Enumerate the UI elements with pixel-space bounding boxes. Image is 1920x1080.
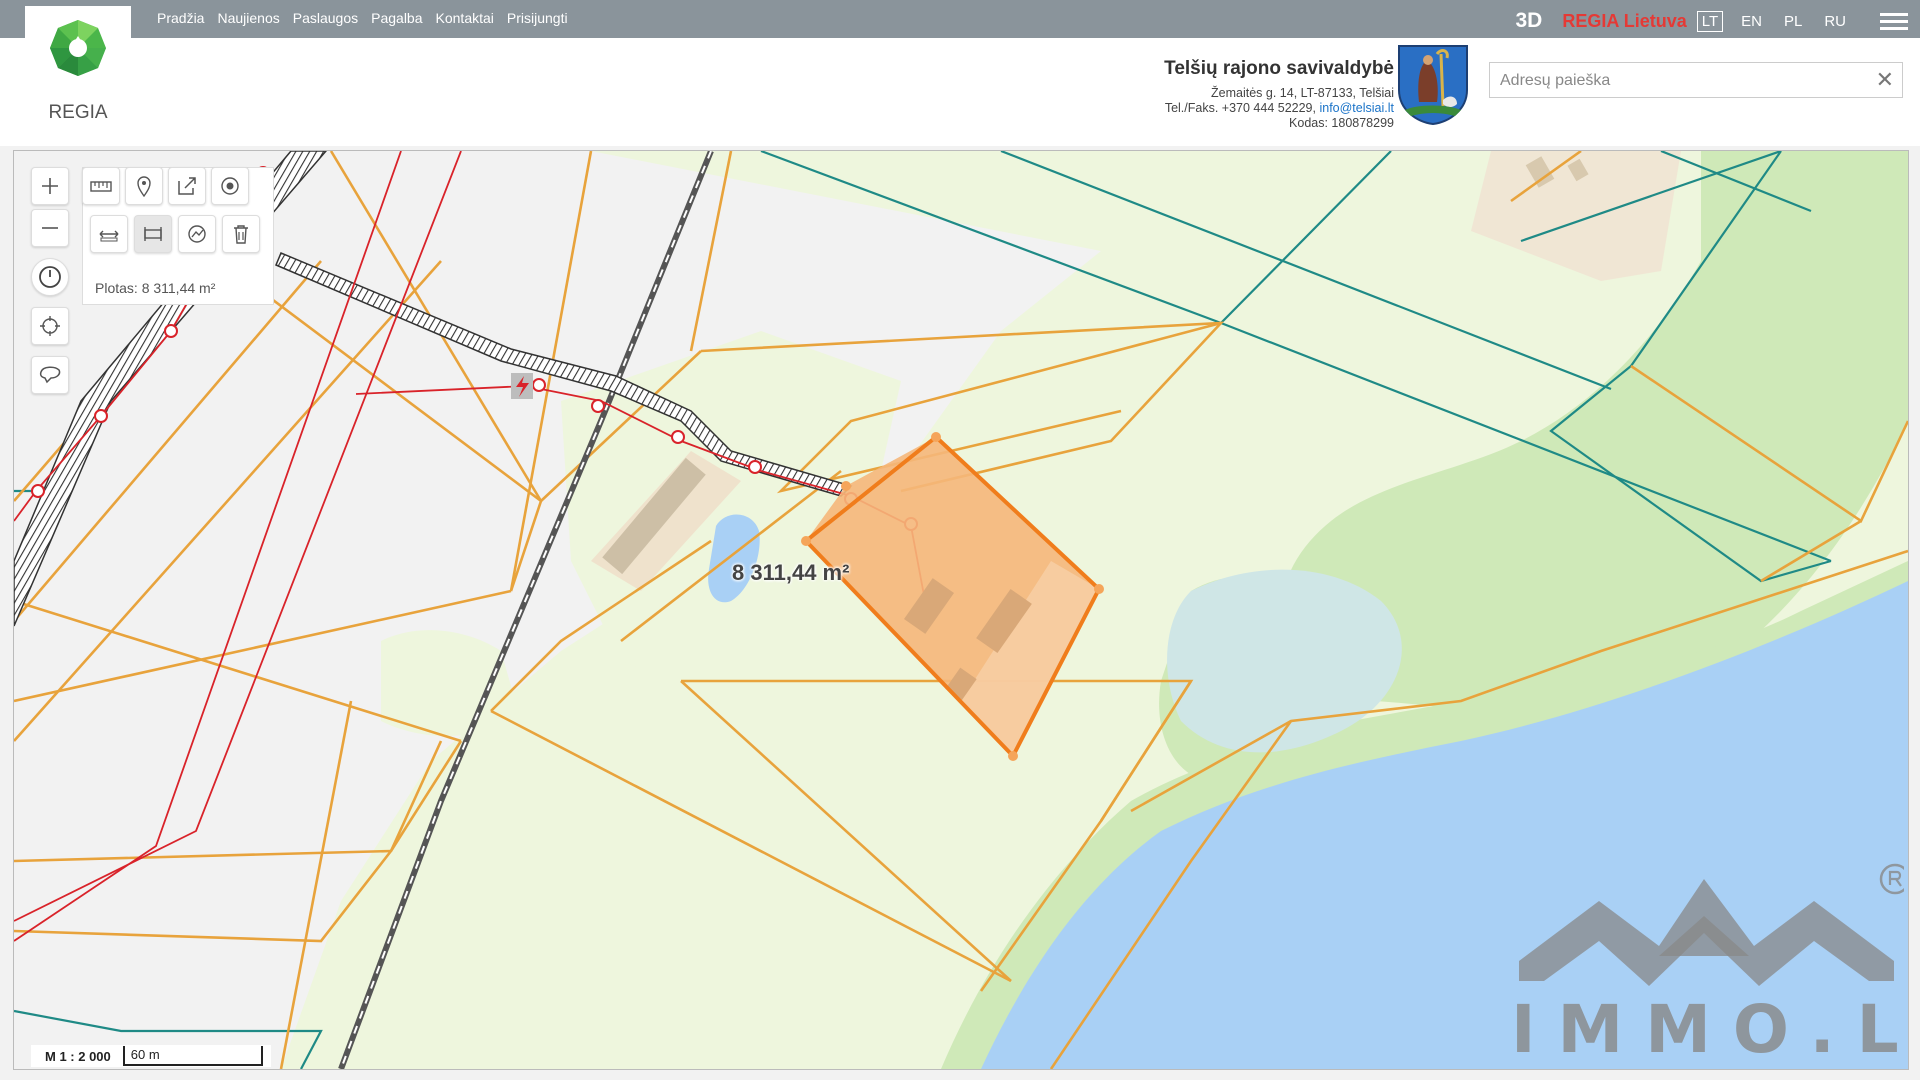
address-search-input[interactable] [1490, 63, 1862, 99]
trash-icon [234, 225, 248, 244]
clock-icon [39, 266, 61, 288]
nav-item-naujienos[interactable]: Naujienos [217, 10, 279, 26]
map-view[interactable]: 8 311,44 m² Plotas: 8 311,44 m² M 1: 2 … [13, 150, 1909, 1070]
main-nav: Pradžia Naujienos Paslaugos Pagalba Kont… [157, 10, 581, 26]
ruler-icon [90, 181, 112, 192]
zoom-out-button[interactable] [31, 209, 69, 247]
profile-tool-button[interactable] [178, 215, 216, 253]
municipality-name: Telšių rajono savivaldybė [1164, 58, 1394, 79]
address-search: ✕ [1489, 62, 1903, 99]
language-en[interactable]: EN [1737, 12, 1766, 31]
nav-item-pradzia[interactable]: Pradžia [157, 10, 204, 26]
minus-icon [42, 227, 58, 229]
menu-icon[interactable] [1880, 9, 1908, 34]
municipality-contacts: Tel./Faks. +370 444 52229, info@telsiai.… [1164, 101, 1394, 116]
measure-area-button[interactable] [134, 215, 172, 253]
locate-button[interactable] [31, 307, 69, 345]
top-navigation-bar: Pradžia Naujienos Paslaugos Pagalba Kont… [0, 0, 1920, 38]
measured-area-label: 8 311,44 m² [732, 560, 850, 585]
nav-item-kontaktai[interactable]: Kontaktai [436, 10, 494, 26]
regia-lietuva-link[interactable]: REGIA Lietuva [1562, 11, 1686, 32]
marker-tool-button[interactable] [125, 167, 163, 205]
nav-item-paslaugos[interactable]: Paslaugos [293, 10, 358, 26]
zoom-in-button[interactable] [31, 167, 69, 205]
map-pin-icon [137, 176, 151, 197]
lasso-icon [39, 366, 61, 384]
regia-logo[interactable]: REGIA [25, 6, 131, 128]
history-button[interactable] [31, 258, 69, 296]
language-ru[interactable]: RU [1820, 12, 1850, 31]
measure-tool-button[interactable] [82, 167, 120, 205]
municipality-info: Telšių rajono savivaldybė Žemaitės g. 14… [1164, 58, 1394, 131]
point-tool-button[interactable] [211, 167, 249, 205]
delete-button[interactable] [222, 215, 260, 253]
measure-area-icon [144, 227, 162, 241]
nav-item-pagalba[interactable]: Pagalba [371, 10, 422, 26]
profile-icon [188, 225, 206, 243]
area-result-text: Plotas: 8 311,44 m² [95, 280, 216, 296]
close-icon[interactable]: ✕ [1876, 67, 1894, 93]
plus-icon [42, 178, 58, 194]
scale-ratio: M 1 : 2 000 [45, 1048, 111, 1064]
language-lt[interactable]: LT [1696, 10, 1724, 32]
immo-watermark-text: IMMO.LT [1511, 991, 1909, 1068]
municipality-phone: Tel./Faks. +370 444 52229, [1164, 101, 1316, 115]
crosshair-icon [40, 316, 60, 336]
target-icon [221, 177, 239, 195]
top-right-controls: 3D REGIA Lietuva LT EN PL RU [1516, 6, 1920, 36]
municipality-code: Kodas: 180878299 [1289, 116, 1394, 130]
scale-bar-label: 60 m [122, 1046, 263, 1066]
3d-button[interactable]: 3D [1516, 9, 1543, 33]
measure-distance-icon [99, 230, 119, 242]
municipality-address: Žemaitės g. 14, LT-87133, Telšiai [1211, 86, 1394, 100]
language-pl[interactable]: PL [1780, 12, 1806, 31]
measure-distance-button[interactable] [90, 215, 128, 253]
municipality-email-link[interactable]: info@telsiai.lt [1319, 101, 1394, 115]
coat-of-arms-icon [1398, 45, 1468, 126]
share-icon [178, 177, 196, 195]
region-select-button[interactable] [31, 356, 69, 394]
scale-bar: M 1 : 2 000 60 m [31, 1045, 271, 1067]
share-button[interactable] [168, 167, 206, 205]
logo-text: REGIA [48, 102, 108, 123]
nav-item-prisijungti[interactable]: Prisijungti [507, 10, 568, 26]
